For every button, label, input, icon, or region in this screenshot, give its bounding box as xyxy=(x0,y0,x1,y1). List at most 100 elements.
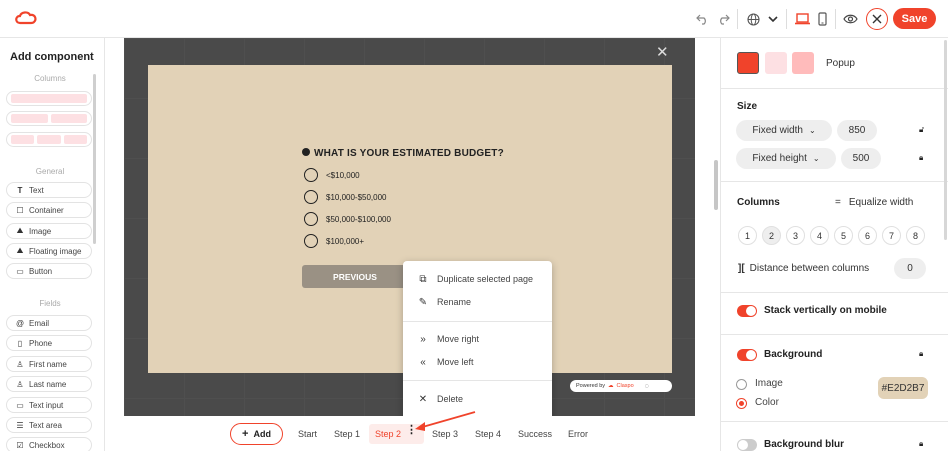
height-mode-select[interactable]: Fixed height ⌄ xyxy=(736,148,836,169)
component-image[interactable]: ⛰ Image xyxy=(6,223,92,239)
lock-icon[interactable]: 🔒︎ xyxy=(919,439,923,449)
budget-option-2[interactable]: $10,000-$50,000 xyxy=(304,190,387,204)
step-start[interactable]: Start xyxy=(298,429,317,439)
column-count-5[interactable]: 5 xyxy=(834,226,853,245)
step-2[interactable]: Step 2 xyxy=(375,429,401,439)
step-1[interactable]: Step 1 xyxy=(334,429,360,439)
component-first-name[interactable]: ♙ First name xyxy=(6,356,92,372)
unlock-icon[interactable]: 🔓︎ xyxy=(919,125,924,135)
menu-item-move-left[interactable]: «Move left xyxy=(403,352,552,372)
stack-mobile-label: Stack vertically on mobile xyxy=(764,305,887,316)
stack-mobile-toggle[interactable] xyxy=(737,305,757,317)
close-button[interactable] xyxy=(866,8,888,30)
lock-icon[interactable]: 🔒︎ xyxy=(919,349,923,359)
column-count-3[interactable]: 3 xyxy=(786,226,805,245)
component-phone[interactable]: ▯ Phone xyxy=(6,335,92,351)
menu-item-move-right[interactable]: » Move right xyxy=(403,329,552,349)
radio-button[interactable] xyxy=(304,190,318,204)
radio-button[interactable] xyxy=(304,234,318,248)
annotation-arrow-icon xyxy=(415,411,476,431)
floating-bar-type-icon[interactable] xyxy=(765,52,787,74)
redo-icon[interactable] xyxy=(715,9,731,29)
bg-color-swatch[interactable]: #E2D2B7 xyxy=(878,377,928,399)
column-count-8[interactable]: 8 xyxy=(906,226,925,245)
step-error[interactable]: Error xyxy=(568,429,588,439)
panel-divider xyxy=(721,181,948,182)
chevron-down-icon[interactable] xyxy=(766,9,780,29)
eye-icon[interactable] xyxy=(841,9,859,29)
column-layout-3[interactable] xyxy=(6,132,92,147)
size-label: Size xyxy=(737,101,758,112)
mobile-icon[interactable] xyxy=(815,9,829,29)
component-text-input[interactable]: ▭ Text input xyxy=(6,397,92,413)
background-toggle[interactable] xyxy=(737,349,757,361)
column-layout-2[interactable] xyxy=(6,111,92,126)
toolbar-divider xyxy=(835,9,836,29)
budget-option-3[interactable]: $50,000-$100,000 xyxy=(304,212,391,226)
column-count-4[interactable]: 4 xyxy=(810,226,829,245)
component-floating-image[interactable]: ⛰ Floating image xyxy=(6,243,92,259)
component-text[interactable]: T Text xyxy=(6,182,92,198)
close-icon: ✕ xyxy=(418,393,428,405)
equalize-icon: = xyxy=(835,197,841,208)
close-icon xyxy=(872,14,882,24)
component-button[interactable]: ▭ Button xyxy=(6,263,92,279)
menu-item-rename[interactable]: ✎ Rename xyxy=(403,292,552,312)
widget-type-label: Popup xyxy=(826,58,855,69)
save-button[interactable]: Save xyxy=(893,8,936,29)
image-icon: ⛰ xyxy=(16,226,24,235)
launcher-type-icon[interactable] xyxy=(792,52,814,74)
bg-color-radio[interactable] xyxy=(736,398,747,409)
fields-section-label: Fields xyxy=(39,299,61,308)
kebab-menu-icon[interactable]: ⋮ xyxy=(406,425,417,436)
width-value-input[interactable]: 850 xyxy=(837,120,877,141)
width-mode-select[interactable]: Fixed width ⌄ xyxy=(736,120,832,141)
text-icon: T xyxy=(17,185,23,195)
height-value-input[interactable]: 500 xyxy=(841,148,881,169)
budget-option-1[interactable]: <$10,000 xyxy=(304,168,360,182)
component-last-name[interactable]: ♙ Last name xyxy=(6,376,92,392)
bg-color-label: Color xyxy=(755,397,779,408)
claspo-logo-icon[interactable] xyxy=(14,10,38,29)
add-step-button[interactable]: + Add xyxy=(230,423,283,445)
column-count-1[interactable]: 1 xyxy=(738,226,757,245)
component-checkbox[interactable]: ☑ Checkbox xyxy=(6,437,92,451)
menu-item-duplicate[interactable]: ⧉ Duplicate selected page xyxy=(403,269,552,289)
eye-off-icon[interactable]: ◌ xyxy=(645,383,649,390)
radio-button[interactable] xyxy=(304,212,318,226)
column-count-6[interactable]: 6 xyxy=(858,226,877,245)
radio-button[interactable] xyxy=(304,168,318,182)
background-blur-toggle[interactable] xyxy=(737,439,757,451)
globe-icon[interactable] xyxy=(745,9,761,29)
lock-icon[interactable]: 🔒︎ xyxy=(919,153,923,163)
bg-image-radio[interactable] xyxy=(736,379,747,390)
left-scrollbar[interactable] xyxy=(93,74,96,244)
phone-icon: ▯ xyxy=(17,338,23,348)
distance-value-input[interactable]: 0 xyxy=(894,258,926,279)
canvas-scrollbar[interactable] xyxy=(714,160,718,210)
column-count-2[interactable]: 2 xyxy=(762,226,781,245)
column-count-7[interactable]: 7 xyxy=(882,226,901,245)
component-text-area[interactable]: ☰ Text area xyxy=(6,417,92,433)
close-icon[interactable]: ✕ xyxy=(656,43,669,61)
previous-button[interactable]: PREVIOUS xyxy=(302,265,408,288)
undo-icon[interactable] xyxy=(694,9,710,29)
step-success[interactable]: Success xyxy=(518,429,552,439)
column-layout-1[interactable] xyxy=(6,91,92,106)
powered-by-badge[interactable]: Powered by ☁ Claspo ◌ xyxy=(570,380,672,392)
survey-question[interactable]: WHAT IS YOUR ESTIMATED BUDGET? xyxy=(302,148,504,159)
budget-option-4[interactable]: $100,000+ xyxy=(304,234,364,248)
chevron-down-icon: ⌄ xyxy=(812,154,820,163)
component-email[interactable]: @ Email xyxy=(6,315,92,331)
double-chevron-left-icon: « xyxy=(420,356,426,368)
step-context-menu: ⧉ Duplicate selected page ✎ Rename » Move r… xyxy=(403,261,552,423)
equalize-width-button[interactable]: = Equalize width xyxy=(835,197,913,208)
menu-item-delete[interactable]: ✕ Delete xyxy=(403,389,552,409)
popup-type-icon[interactable] xyxy=(737,52,759,74)
desktop-icon[interactable] xyxy=(793,9,811,29)
component-container[interactable]: ☐ Container xyxy=(6,202,92,218)
checkbox-icon: ☑ xyxy=(16,440,24,450)
columns-label: Columns xyxy=(737,197,780,208)
right-scrollbar[interactable] xyxy=(944,40,947,240)
input-icon: ▭ xyxy=(16,400,24,410)
